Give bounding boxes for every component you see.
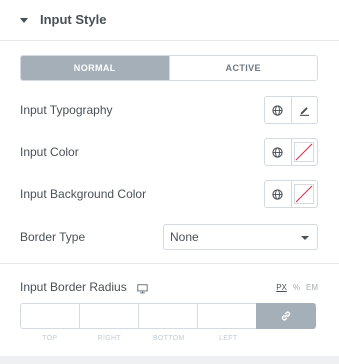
link-icon [281, 311, 291, 321]
border-radius-label: Input Border Radius [20, 280, 127, 294]
typography-edit-button[interactable] [290, 97, 318, 123]
dimension-labels: TOP RIGHT BOTTOM LEFT [20, 335, 258, 342]
input-color-global-button[interactable] [265, 139, 291, 165]
tab-normal[interactable]: NORMAL [21, 56, 169, 80]
border-radius-dimensions [20, 303, 318, 329]
unit-switcher: PX % EM [276, 283, 318, 292]
border-type-label: Border Type [20, 230, 86, 244]
section-divider [0, 263, 339, 264]
border-type-select[interactable]: None [163, 224, 318, 250]
chevron-down-icon [301, 236, 309, 240]
globe-icon [272, 188, 283, 200]
globe-icon [272, 146, 283, 158]
unit-percent[interactable]: % [293, 283, 300, 292]
section-header-input-style[interactable]: Input Style [0, 0, 339, 41]
no-color-swatch [294, 184, 315, 204]
input-background-color-label: Input Background Color [20, 187, 147, 201]
state-tabs: NORMAL ACTIVE [20, 55, 318, 81]
label-top: TOP [42, 335, 58, 342]
typography-global-button[interactable] [265, 97, 291, 123]
typography-button-group [264, 96, 318, 124]
caret-down-icon [20, 18, 28, 23]
radius-bottom-input[interactable] [138, 303, 198, 329]
input-color-label: Input Color [20, 145, 79, 159]
no-color-swatch [294, 142, 315, 162]
label-bottom: BOTTOM [152, 335, 185, 342]
input-typography-label: Input Typography [20, 103, 113, 117]
tab-active[interactable]: ACTIVE [168, 56, 317, 80]
radius-right-input[interactable] [79, 303, 139, 329]
label-right: RIGHT [97, 335, 121, 342]
section-title: Input Style [40, 12, 107, 27]
radius-left-input[interactable] [197, 303, 257, 329]
control-input-typography: Input Typography [20, 96, 318, 124]
desktop-icon[interactable] [137, 281, 148, 299]
background-color-picker[interactable] [290, 181, 318, 207]
globe-icon [272, 104, 283, 116]
unit-px[interactable]: PX [276, 283, 287, 292]
input-color-picker[interactable] [290, 139, 318, 165]
panel-footer-strip [0, 356, 339, 364]
pencil-icon [299, 106, 309, 116]
link-values-button[interactable] [256, 303, 316, 329]
label-left: LEFT [219, 335, 238, 342]
input-color-button-group [264, 138, 318, 166]
control-border-type: Border Type None [20, 224, 318, 250]
control-input-background-color: Input Background Color [20, 180, 318, 208]
border-type-value: None [170, 230, 199, 244]
control-input-color: Input Color [20, 138, 318, 166]
unit-em[interactable]: EM [306, 283, 318, 292]
radius-top-input[interactable] [20, 303, 80, 329]
background-color-global-button[interactable] [265, 181, 291, 207]
background-color-button-group [264, 180, 318, 208]
